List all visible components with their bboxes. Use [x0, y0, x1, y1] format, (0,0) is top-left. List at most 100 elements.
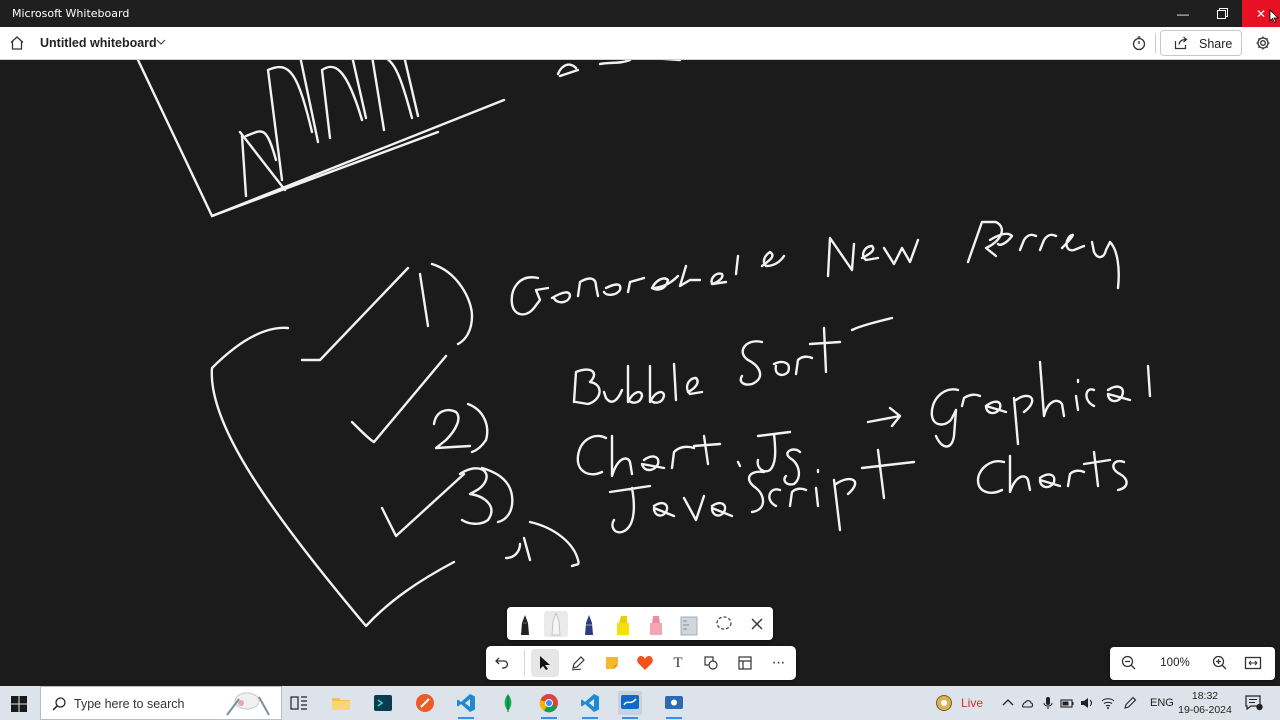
ink-text-new: [826, 236, 920, 278]
vscode-second-window-button[interactable]: [578, 691, 602, 719]
mongodb-app-button[interactable]: [496, 691, 520, 715]
undo-button[interactable]: [488, 649, 516, 677]
mouse-cursor-icon: [1269, 9, 1279, 23]
screen-recorder-icon: [665, 696, 683, 709]
restore-icon: [1216, 8, 1228, 19]
minimize-button[interactable]: —: [1164, 0, 1202, 27]
whiteboard-app-button[interactable]: [618, 691, 642, 719]
sticky-note-icon: [606, 657, 618, 669]
ink-bracket: [210, 326, 456, 628]
vscode-app-button[interactable]: [454, 691, 478, 719]
templates-button[interactable]: [731, 649, 759, 677]
speaker-icon[interactable]: [1080, 696, 1094, 710]
ink-text-generate: [510, 250, 786, 316]
screen-recorder-app-button[interactable]: [662, 691, 686, 719]
microphone-icon[interactable]: [1041, 696, 1055, 710]
minimize-icon: —: [1177, 6, 1189, 21]
pen-icon: [571, 656, 585, 671]
windows-taskbar: Type here to search Live ENG 18:32 19-06…: [0, 686, 1280, 720]
share-button[interactable]: Share: [1160, 30, 1242, 56]
ink-number-1: [418, 262, 474, 346]
onedrive-cloud-icon[interactable]: [1020, 696, 1034, 710]
ink-text-bubble: [572, 362, 704, 406]
ink-text-graphical: [930, 360, 1152, 448]
home-icon[interactable]: [9, 35, 25, 51]
notification-icon[interactable]: [1245, 695, 1263, 711]
terminal-app-icon: [374, 695, 392, 711]
wifi-icon[interactable]: [1101, 696, 1115, 710]
shapes-button[interactable]: [697, 649, 725, 677]
pen-tool-button[interactable]: [564, 649, 592, 677]
mongodb-leaf-icon: [504, 694, 512, 712]
vscode-icon: [581, 694, 599, 712]
task-view-icon: [290, 696, 307, 710]
board-title[interactable]: Untitled whiteboard: [40, 36, 157, 50]
ink-number-4: [504, 520, 580, 568]
restore-button[interactable]: [1203, 0, 1241, 27]
chevron-up-icon[interactable]: [1001, 696, 1015, 710]
yellow-highlighter-icon[interactable]: [611, 611, 635, 637]
pen-input-icon[interactable]: [1123, 696, 1137, 710]
text-icon: T: [673, 654, 683, 671]
zoom-controls: 100%: [1110, 647, 1275, 680]
clock-date: 19-06-2024: [1178, 704, 1232, 716]
zoom-level[interactable]: 100%: [1158, 657, 1192, 669]
more-options-button[interactable]: ···: [764, 649, 792, 677]
ink-text-javascript: [608, 448, 916, 534]
close-icon: ✕: [1255, 6, 1267, 21]
fit-to-screen-icon[interactable]: [1244, 654, 1262, 672]
zoom-in-icon[interactable]: [1211, 654, 1229, 672]
sticky-note-button[interactable]: [598, 649, 626, 677]
app-title: Microsoft Whiteboard: [12, 7, 130, 20]
chrome-app-button[interactable]: [537, 691, 561, 719]
zoom-out-icon[interactable]: [1120, 654, 1138, 672]
postman-icon: [416, 694, 434, 712]
window-title-bar: Microsoft Whiteboard — ✕: [0, 0, 1280, 27]
ruler-icon[interactable]: [677, 611, 701, 637]
file-explorer-button[interactable]: [329, 691, 353, 715]
ink-text-array: [966, 220, 1120, 290]
search-highlight-illustration-icon: [226, 692, 270, 716]
ink-text-charts: [976, 450, 1128, 494]
blue-pen-icon[interactable]: [577, 611, 601, 637]
shapes-icon: [704, 656, 718, 670]
white-pen-icon[interactable]: [544, 611, 568, 637]
editor-app-button[interactable]: [371, 691, 395, 715]
ink-text-js: [756, 406, 902, 486]
postman-app-button[interactable]: [413, 691, 437, 715]
toolbar-divider: [524, 650, 525, 676]
header-divider: [1155, 33, 1156, 53]
timer-icon[interactable]: [1131, 35, 1147, 51]
lasso-select-icon[interactable]: [712, 611, 736, 637]
ink-number-3: [458, 466, 514, 525]
battery-icon[interactable]: [1060, 696, 1074, 710]
select-tool-button[interactable]: [531, 649, 559, 677]
more-icon: ···: [771, 654, 786, 671]
close-tray-icon[interactable]: [745, 611, 769, 637]
live-label[interactable]: Live: [961, 696, 983, 710]
app-header: Untitled whiteboard Share: [0, 27, 1280, 60]
text-tool-button[interactable]: T: [664, 649, 692, 677]
undo-icon: [495, 657, 509, 669]
taskbar-search-box[interactable]: Type here to search: [40, 686, 282, 720]
templates-icon: [738, 656, 752, 670]
ink-text-sort: [739, 316, 894, 386]
language-indicator[interactable]: ENG: [1150, 697, 1174, 709]
pink-highlighter-icon[interactable]: [644, 611, 668, 637]
chrome-icon: [539, 694, 558, 713]
ink-check-1: [300, 266, 410, 362]
ink-check-2: [350, 354, 448, 444]
live-weather-icon[interactable]: [935, 694, 953, 712]
black-pen-icon[interactable]: [513, 611, 537, 637]
task-view-button[interactable]: [287, 691, 311, 715]
search-icon: [52, 697, 66, 711]
taskbar-clock[interactable]: 18:32 19-06-2024: [1172, 689, 1238, 717]
cursor-icon: [540, 656, 550, 670]
windows-start-icon[interactable]: [10, 695, 28, 713]
reactions-button[interactable]: [631, 649, 659, 677]
gear-icon[interactable]: [1255, 35, 1271, 51]
chevron-down-icon[interactable]: [155, 36, 167, 48]
whiteboard-canvas[interactable]: [0, 60, 1280, 686]
folder-icon: [332, 698, 350, 710]
ink-text-chart: [576, 434, 742, 478]
